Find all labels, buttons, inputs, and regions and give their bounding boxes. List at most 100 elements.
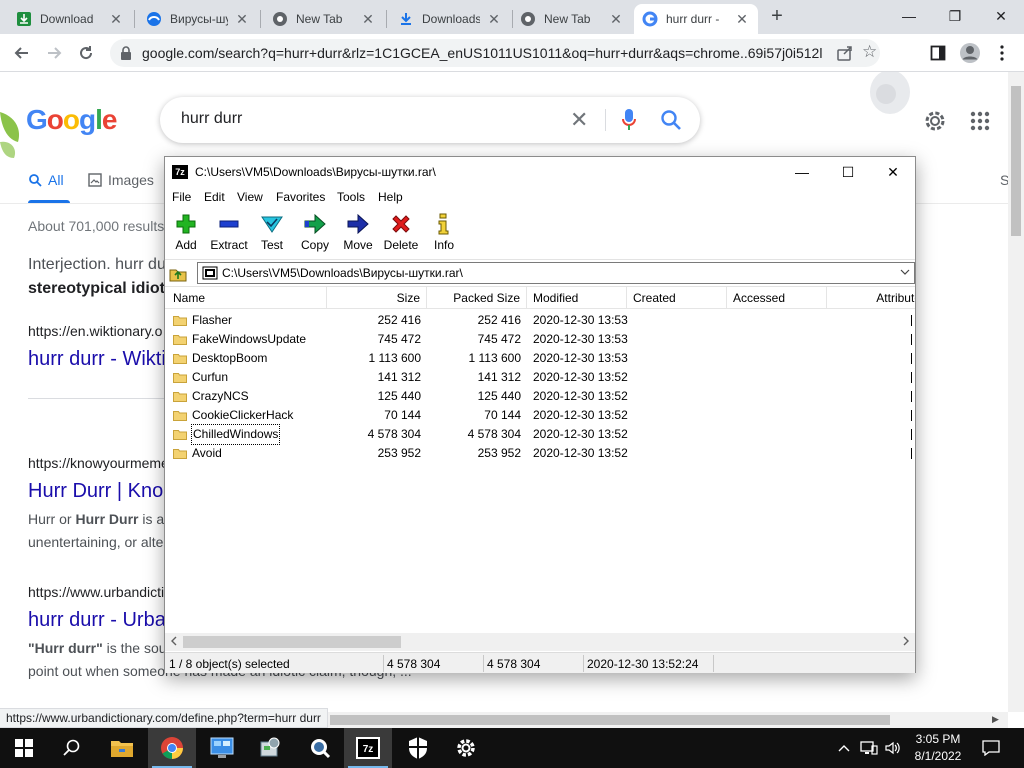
column-accessed[interactable]: Accessed xyxy=(727,287,827,309)
copy-button[interactable]: Copy xyxy=(293,212,337,252)
minimize-icon[interactable]: — xyxy=(886,4,932,28)
result-cite[interactable]: https://en.wiktionary.o xyxy=(28,323,162,339)
result-title-link[interactable]: Hurr Durr | Kno xyxy=(28,480,163,503)
scrollbar-thumb[interactable] xyxy=(183,636,401,648)
result-description: "Hurr durr" is the sour xyxy=(28,640,171,656)
taskbar-search-app[interactable] xyxy=(296,728,344,768)
extract-button[interactable]: Extract xyxy=(207,212,251,252)
scroll-left-icon[interactable] xyxy=(170,636,178,649)
taskbar-clock[interactable]: 3:05 PM 8/1/2022 xyxy=(906,731,970,765)
taskbar-settings[interactable] xyxy=(442,728,490,768)
close-window-icon[interactable]: ✕ xyxy=(978,4,1024,28)
new-tab-button[interactable]: + xyxy=(766,6,788,28)
close-icon[interactable]: ✕ xyxy=(234,11,250,27)
taskbar-chrome[interactable] xyxy=(148,728,196,768)
column-name[interactable]: Name xyxy=(167,287,327,309)
apps-grid-icon[interactable] xyxy=(970,111,990,131)
reload-icon[interactable] xyxy=(74,41,98,65)
page-vertical-scrollbar[interactable] xyxy=(1008,72,1024,712)
test-button[interactable]: Test xyxy=(250,212,294,252)
side-panel-icon[interactable] xyxy=(926,41,950,65)
tab-title: Download xyxy=(40,12,94,26)
browser-tab-viruses[interactable]: Вирусы-шу ✕ xyxy=(138,4,258,34)
browser-tab-newtab-2[interactable]: New Tab ✕ xyxy=(512,4,632,34)
close-icon[interactable]: ✕ xyxy=(108,11,124,27)
file-list-horizontal-scrollbar[interactable] xyxy=(165,633,915,651)
browser-tab-download[interactable]: Download ✕ xyxy=(8,4,132,34)
notification-icon[interactable] xyxy=(982,728,1000,768)
result-title-link[interactable]: hurr durr - Wikti xyxy=(28,348,166,371)
7zip-file-list[interactable]: Name Size Packed Size Modified Created A… xyxy=(165,286,915,633)
search-icon[interactable] xyxy=(660,109,682,131)
menu-edit[interactable]: Edit xyxy=(204,190,225,204)
forward-icon[interactable] xyxy=(42,41,66,65)
maximize-icon[interactable]: ☐ xyxy=(825,157,871,187)
file-row[interactable]: ChilledWindows 4 578 304 4 578 304 2020-12-… xyxy=(165,424,915,445)
folder-up-icon[interactable] xyxy=(169,264,187,282)
tray-chevron-up-icon[interactable] xyxy=(838,728,850,768)
close-icon[interactable]: ✕ xyxy=(360,11,376,27)
menu-tools[interactable]: Tools xyxy=(337,190,365,204)
search-box[interactable]: hurr durr ✕ xyxy=(160,97,700,143)
file-row[interactable]: Curfun 141 312 141 312 2020-12-30 13:52 xyxy=(165,368,915,387)
network-icon[interactable] xyxy=(860,728,878,768)
address-bar[interactable]: google.com/search?q=hurr+durr&rlz=1C1GCE… xyxy=(110,39,880,67)
close-icon[interactable]: ✕ xyxy=(608,11,624,27)
tab-images[interactable]: Images xyxy=(88,172,154,188)
file-row[interactable]: CookieClickerHack 70 144 70 144 2020-12-30 … xyxy=(165,406,915,425)
close-icon[interactable]: ✕ xyxy=(870,157,916,187)
menu-kebab-icon[interactable] xyxy=(990,41,1014,65)
result-cite[interactable]: https://knowyourmeme xyxy=(28,455,169,471)
taskbar-search-button[interactable] xyxy=(48,728,96,768)
file-row[interactable]: CrazyNCS 125 440 125 440 2020-12-30 13:52 xyxy=(165,387,915,406)
column-modified[interactable]: Modified xyxy=(527,287,627,309)
result-cite[interactable]: https://www.urbandicti xyxy=(28,584,164,600)
file-row[interactable]: DesktopBoom 1 113 600 1 113 600 2020-12-30 … xyxy=(165,349,915,368)
google-logo[interactable]: Google xyxy=(26,104,117,136)
restore-icon[interactable]: ❐ xyxy=(932,4,978,28)
menu-file[interactable]: File xyxy=(172,190,191,204)
minimize-icon[interactable]: — xyxy=(779,157,825,187)
menu-view[interactable]: View xyxy=(237,190,263,204)
column-attributes[interactable]: Attribute xyxy=(827,287,915,309)
tab-all[interactable]: All xyxy=(28,172,64,188)
volume-icon[interactable] xyxy=(884,728,902,768)
taskbar-7zip[interactable]: 7z xyxy=(344,728,392,768)
close-icon[interactable]: ✕ xyxy=(486,11,502,27)
add-button[interactable]: Add xyxy=(164,212,208,252)
start-button[interactable] xyxy=(0,728,48,768)
microphone-icon[interactable] xyxy=(622,109,636,131)
browser-tab-newtab-1[interactable]: New Tab ✕ xyxy=(264,4,384,34)
taskbar-system-tool[interactable] xyxy=(246,728,294,768)
browser-tab-downloads[interactable]: Downloads ✕ xyxy=(390,4,510,34)
menu-help[interactable]: Help xyxy=(378,190,403,204)
scroll-right-icon[interactable]: ▶ xyxy=(992,714,999,725)
chevron-down-icon[interactable] xyxy=(900,265,910,282)
browser-tab-hurr-durr[interactable]: hurr durr - ✕ xyxy=(634,4,758,34)
file-row[interactable]: FakeWindowsUpdate 745 472 745 472 2020-12-3… xyxy=(165,330,915,349)
share-icon[interactable] xyxy=(836,44,854,62)
path-combobox[interactable]: C:\Users\VM5\Downloads\Вирусы-шутки.rar\ xyxy=(197,262,915,284)
move-button[interactable]: Move xyxy=(336,212,380,252)
taskbar-file-explorer[interactable] xyxy=(98,728,146,768)
scroll-right-icon[interactable] xyxy=(902,636,910,649)
taskbar-security[interactable] xyxy=(394,728,442,768)
bookmark-star-icon[interactable]: ☆ xyxy=(862,42,877,62)
search-input[interactable]: hurr durr xyxy=(181,110,242,128)
column-packed-size[interactable]: Packed Size xyxy=(427,287,527,309)
profile-avatar-icon[interactable] xyxy=(958,41,982,65)
delete-button[interactable]: Delete xyxy=(379,212,423,252)
file-row[interactable]: Flasher 252 416 252 416 2020-12-30 13:53 xyxy=(165,311,915,330)
clear-icon[interactable]: ✕ xyxy=(570,107,588,133)
result-title-link[interactable]: hurr durr - Urba xyxy=(28,609,166,632)
back-icon[interactable] xyxy=(10,41,34,65)
info-button[interactable]: Info xyxy=(422,212,466,252)
7zip-title-bar[interactable]: 7z C:\Users\VM5\Downloads\Вирусы-шутки.r… xyxy=(165,157,915,187)
menu-favorites[interactable]: Favorites xyxy=(276,190,325,204)
column-size[interactable]: Size xyxy=(327,287,427,309)
file-row[interactable]: Avoid 253 952 253 952 2020-12-30 13:52 xyxy=(165,444,915,463)
column-created[interactable]: Created xyxy=(627,287,727,309)
close-icon[interactable]: ✕ xyxy=(734,11,750,27)
taskbar-control-panel[interactable] xyxy=(198,728,246,768)
gear-icon[interactable] xyxy=(922,108,948,134)
